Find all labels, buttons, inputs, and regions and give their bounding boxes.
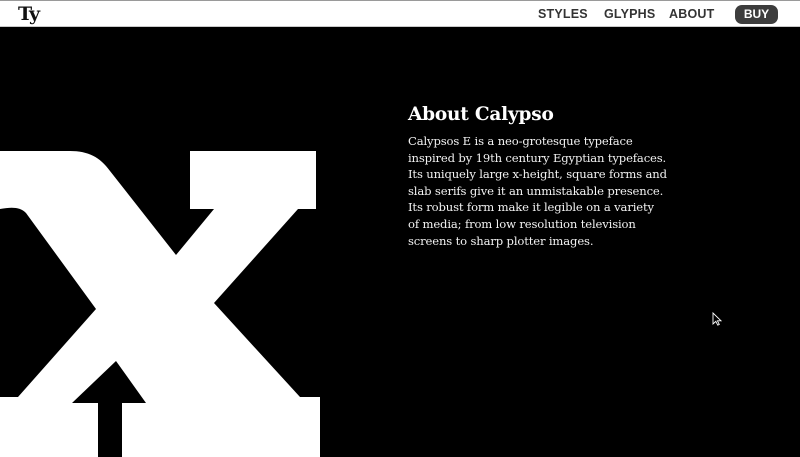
hero-section: About Calypso Calypsos E is a neo-grotes… [0,27,800,457]
about-title: About Calypso [408,104,554,125]
nav-link-about[interactable]: ABOUT [669,7,714,21]
about-section: About Calypso Calypsos E is a neo-grotes… [408,103,668,249]
site-logo[interactable]: Ty [18,4,40,24]
nav-link-styles[interactable]: STYLES [538,7,588,21]
large-x-glyph [0,151,320,457]
buy-button[interactable]: BUY [735,5,778,24]
mouse-pointer-icon [712,312,722,326]
top-navigation-bar: Ty STYLES GLYPHS ABOUT BUY [0,0,800,27]
nav-link-glyphs[interactable]: GLYPHS [604,7,655,21]
about-description: Calypsos E is a neo-grotesque typeface i… [408,134,667,248]
